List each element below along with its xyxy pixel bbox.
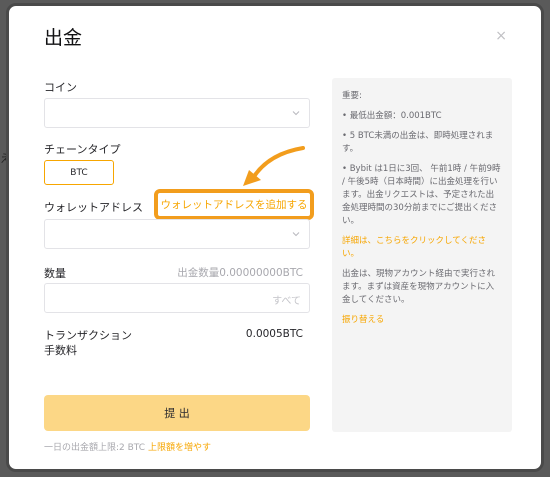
wallet-address-label: ウォレットアドレス (44, 201, 143, 214)
notice-item: • 5 BTC未満の出金は、即時処理されます。 (342, 131, 494, 154)
withdraw-modal: 出金 × コイン チェーンタイプ BTC ウォレットアドレス ウォレットアドレス… (6, 3, 544, 472)
submit-button[interactable]: 提 出 (44, 395, 310, 431)
chain-type-label: チェーンタイプ (44, 143, 121, 156)
curved-arrow-icon (243, 146, 305, 186)
close-icon[interactable]: × (495, 28, 507, 44)
notice-item: • Bybit は1日に3回、 午前1時 / 午前9時 / 午後5時（日本時間）… (342, 164, 501, 226)
notice-item: • 最低出金額：0.001BTC (342, 111, 442, 121)
withdraw-amount-balance: 出金数量0.00000000BTC (177, 267, 303, 279)
fee-value: 0.0005BTC (245, 328, 303, 340)
chevron-down-icon (292, 232, 300, 237)
chain-option-btc[interactable]: BTC (44, 160, 114, 185)
increase-limit-link[interactable]: 上限額を増やす (148, 443, 211, 453)
add-wallet-address-link[interactable]: ウォレットアドレスを追加する (154, 189, 314, 220)
coin-select[interactable] (44, 98, 310, 128)
fee-label-line1: トランザクション (44, 329, 132, 342)
fee-label: トランザクション 手数料 (44, 328, 132, 358)
amount-label: 数量 (44, 267, 66, 280)
chevron-down-icon (292, 111, 300, 116)
withdraw-limit-text: 一日の出金額上限:2 BTC (44, 443, 146, 453)
amount-input[interactable]: すべて (44, 283, 310, 313)
modal-title: 出金 (44, 27, 83, 49)
notice-heading: 重要: (342, 91, 362, 101)
withdraw-limit: 一日の出金額上限:2 BTC 上限額を増やす (44, 440, 211, 453)
details-link[interactable]: 詳細は、こちらをクリックしてください。 (342, 235, 502, 261)
transfer-link[interactable]: 振り替える (342, 314, 502, 327)
wallet-address-select[interactable] (44, 219, 310, 249)
notice-panel: 重要: • 最低出金額：0.001BTC • 5 BTC未満の出金は、即時処理さ… (332, 78, 512, 432)
all-button[interactable]: すべて (272, 292, 301, 307)
fee-label-line2: 手数料 (44, 344, 77, 357)
spot-account-note: 出金は、現物アカウント経由で実行されます。まずは資産を現物アカウントに入金してく… (342, 269, 496, 305)
coin-label: コイン (44, 81, 77, 94)
